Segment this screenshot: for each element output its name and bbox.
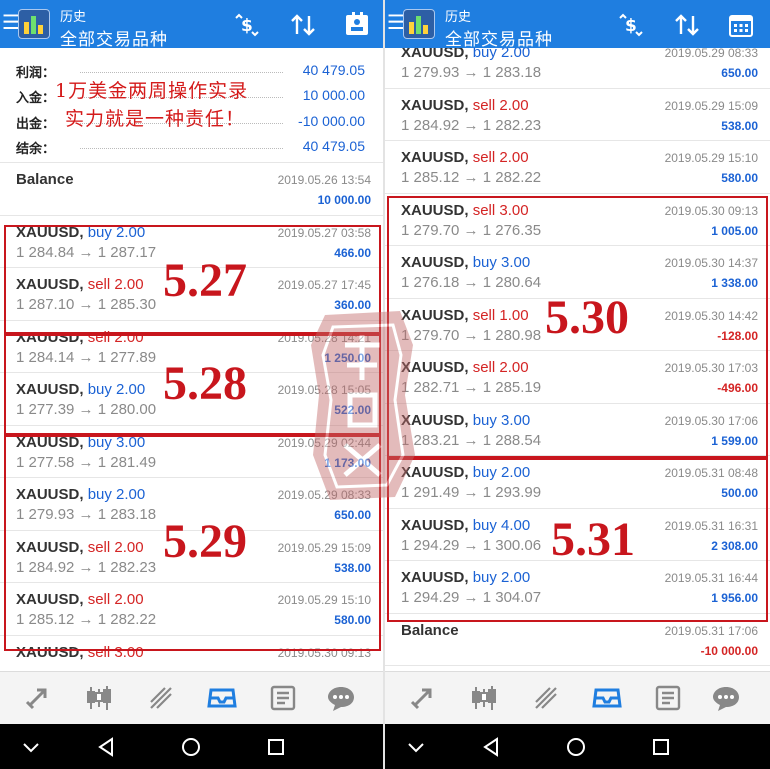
- app-header: ☰ 历史 全部交易品种 $: [0, 0, 383, 50]
- history-icon[interactable]: [592, 684, 622, 712]
- trade-symbol: XAUUSD, sell 2.00: [401, 96, 529, 114]
- trade-time: 2019.05.29 08:33: [664, 48, 758, 60]
- sort-icon[interactable]: [673, 12, 701, 38]
- balance-row[interactable]: Balance 2019.05.26 13:54 10 000.00: [0, 163, 383, 216]
- trade-profit: 650.00: [721, 66, 758, 80]
- currency-sort-icon[interactable]: $: [617, 12, 645, 38]
- recents-icon[interactable]: [265, 736, 287, 758]
- trade-symbol: Balance: [16, 171, 74, 188]
- account-card-icon[interactable]: [343, 12, 371, 38]
- trade-price: 1 284.92 → 1 282.23: [401, 116, 542, 134]
- caption-overlay: 1万美金两周操作实录: [55, 80, 249, 102]
- trade-icon[interactable]: [531, 684, 561, 712]
- trade-row[interactable]: XAUUSD, buy 2.00 1 279.93 → 1 283.18 2019.…: [385, 48, 770, 89]
- deposit-label: 入金：: [16, 90, 56, 105]
- trade-time: 2019.05.29 15:09: [664, 98, 758, 113]
- chart-icon[interactable]: [468, 684, 498, 712]
- svg-text:$: $: [625, 16, 637, 36]
- trade-action: buy 2.00: [472, 48, 531, 61]
- header-title[interactable]: 全部交易品种: [445, 25, 553, 50]
- balance-label: 结余：: [16, 141, 56, 156]
- home-icon[interactable]: [180, 736, 202, 758]
- trade-action: sell 2.00: [472, 96, 529, 114]
- bottom-tabbar: [0, 671, 383, 724]
- profit-label: 利润：: [16, 65, 56, 80]
- deposit-value: 10 000.00: [302, 87, 365, 103]
- app-logo-icon: [403, 9, 435, 39]
- recents-icon[interactable]: [650, 736, 672, 758]
- system-nav-bar: [385, 724, 770, 769]
- screenshot-right: ☰ 历史 全部交易品种 $ XAUUSD, buy 2.00 1 279.93 →…: [385, 0, 770, 769]
- bottom-tabbar: [385, 671, 770, 724]
- trade-price: 1 285.12 → 1 282.22: [401, 169, 542, 186]
- header-subtitle: 历史: [60, 9, 87, 24]
- trade-row[interactable]: XAUUSD, sell 2.00 1 285.12 → 1 282.22 2019…: [385, 141, 770, 194]
- trade-symbol: XAUUSD, sell 2.00: [401, 149, 529, 166]
- trade-profit: -10 000.00: [700, 643, 758, 658]
- trade-symbol: XAUUSD, buy 2.00: [401, 48, 530, 61]
- date-label: 5.30: [545, 291, 629, 344]
- down-chevron-icon[interactable]: [20, 736, 42, 758]
- slogan-overlay: 实力就是一种责任！: [65, 108, 246, 130]
- header-subtitle: 历史: [445, 9, 472, 24]
- app-logo-icon: [18, 9, 50, 39]
- trade-profit: 538.00: [721, 118, 758, 133]
- back-icon[interactable]: [481, 736, 503, 758]
- withdrawal-value: -10 000.00: [298, 113, 365, 129]
- balance-value: 40 479.05: [302, 138, 365, 154]
- svg-text:$: $: [241, 16, 253, 36]
- app-header: ☰ 历史 全部交易品种 $: [385, 0, 770, 50]
- news-icon[interactable]: [653, 684, 683, 712]
- quotes-icon[interactable]: [22, 684, 52, 712]
- trade-profit: 580.00: [721, 171, 758, 185]
- chart-icon[interactable]: [83, 684, 113, 712]
- trade-action: sell 2.00: [472, 149, 529, 166]
- profit-value: 40 479.05: [302, 62, 365, 78]
- trade-time: 2019.05.31 17:06: [664, 623, 758, 638]
- trade-profit: 10 000.00: [317, 193, 371, 207]
- date-label: 5.31: [551, 513, 635, 566]
- calendar-icon[interactable]: [727, 12, 755, 38]
- trade-price: 1 279.93 → 1 283.18: [401, 64, 542, 81]
- chat-icon[interactable]: [711, 684, 741, 712]
- trade-symbol: Balance: [401, 621, 459, 639]
- system-nav-bar: [0, 724, 383, 769]
- home-icon[interactable]: [565, 736, 587, 758]
- trade-time: 2019.05.29 15:10: [664, 151, 758, 165]
- back-icon[interactable]: [96, 736, 118, 758]
- trade-icon[interactable]: [146, 684, 176, 712]
- trade-row[interactable]: XAUUSD, sell 2.00 1 284.92 → 1 282.23 2019…: [385, 89, 770, 141]
- seal-stamp-icon: [311, 311, 415, 500]
- currency-sort-icon[interactable]: $: [233, 12, 261, 38]
- history-icon[interactable]: [207, 684, 237, 712]
- withdrawal-label: 出金：: [16, 116, 56, 131]
- chat-icon[interactable]: [326, 684, 356, 712]
- date-label: 5.27: [163, 254, 247, 307]
- header-title[interactable]: 全部交易品种: [60, 25, 168, 50]
- sort-icon[interactable]: [289, 12, 317, 38]
- quotes-icon[interactable]: [407, 684, 437, 712]
- trade-time: 2019.05.26 13:54: [277, 173, 371, 187]
- down-chevron-icon[interactable]: [405, 736, 427, 758]
- date-label: 5.29: [163, 515, 247, 568]
- news-icon[interactable]: [268, 684, 298, 712]
- date-label: 5.28: [163, 357, 247, 410]
